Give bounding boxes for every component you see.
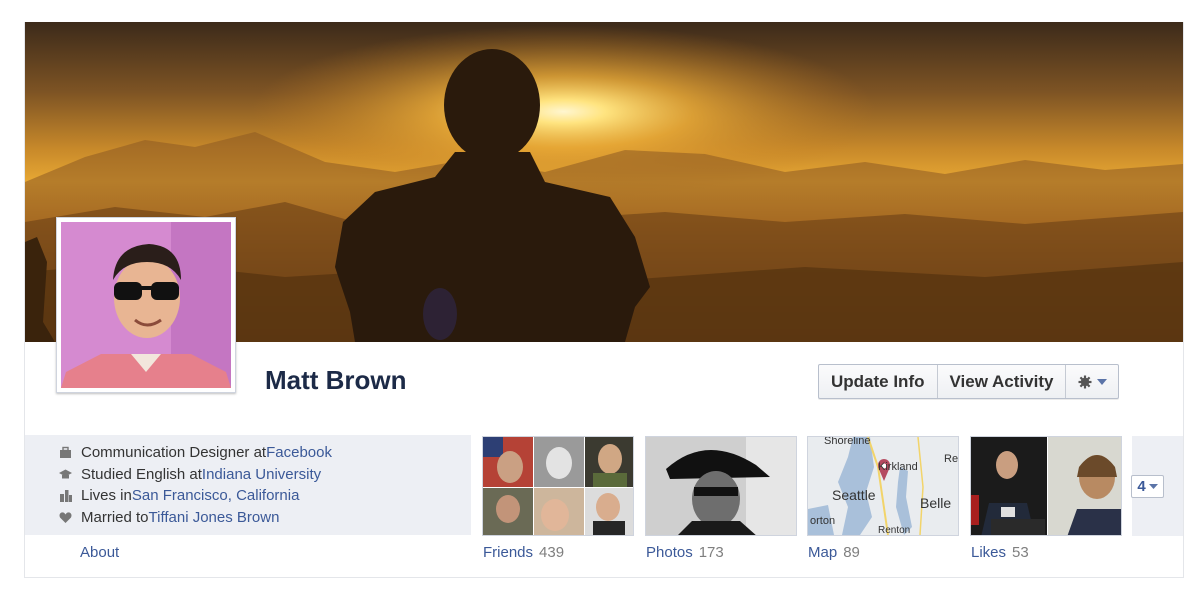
info-list: Communication Designer at Facebook Studi…: [59, 442, 332, 528]
profile-frame: Matt Brown Update Info View Activity Com…: [24, 22, 1184, 578]
map-label-seattle: Seattle: [832, 487, 876, 503]
info-city: Lives in San Francisco, California: [59, 485, 332, 507]
info-city-link[interactable]: San Francisco, California: [132, 485, 300, 507]
about-link[interactable]: About: [80, 544, 119, 561]
chevron-down-icon: [1148, 484, 1158, 489]
photos-label[interactable]: Photos 173: [646, 544, 724, 561]
profile-picture[interactable]: [56, 217, 236, 393]
map-label[interactable]: Map 89: [808, 544, 860, 561]
info-city-text: Lives in: [81, 487, 132, 504]
map-label-renton: Renton: [878, 525, 911, 536]
info-education-text: Studied English at: [81, 465, 202, 483]
likes-count: 53: [1012, 544, 1029, 561]
map-label-belle: Belle: [920, 495, 952, 511]
info-education: Studied English at Indiana University: [59, 464, 332, 486]
map-label-shoreline: Shoreline: [824, 436, 871, 447]
info-work-link[interactable]: Facebook: [266, 442, 332, 464]
work-icon: [60, 447, 71, 459]
education-icon: [59, 469, 72, 479]
more-sections-button[interactable]: 4: [1131, 475, 1164, 498]
profile-name: Matt Brown: [265, 365, 407, 395]
map-thumbnail[interactable]: Shoreline Kirkland Re Seattle Belle orto…: [807, 436, 959, 536]
gear-icon: [1078, 375, 1092, 388]
info-work: Communication Designer at Facebook: [59, 442, 332, 464]
likes-label[interactable]: Likes 53: [971, 544, 1029, 561]
likes-label-text: Likes: [971, 544, 1007, 561]
photos-thumbnail[interactable]: [645, 436, 797, 536]
info-relationship: Married to Tiffani Jones Brown: [59, 507, 332, 529]
friends-count: 439: [539, 544, 565, 561]
likes-thumbnail[interactable]: [970, 436, 1122, 536]
info-relationship-link[interactable]: Tiffani Jones Brown: [149, 507, 280, 529]
more-sections-count: 4: [1137, 478, 1146, 495]
map-label-orton: orton: [810, 515, 836, 527]
update-info-button[interactable]: Update Info: [819, 365, 938, 398]
friends-thumbnail[interactable]: [482, 436, 634, 536]
friends-label-text: Friends: [483, 544, 534, 561]
friends-label[interactable]: Friends 439: [483, 544, 564, 561]
profile-actions: Update Info View Activity: [818, 364, 1120, 399]
map-count: 89: [843, 544, 860, 561]
info-work-text: Communication Designer at: [81, 444, 267, 461]
photos-count: 173: [698, 544, 724, 561]
settings-menu-button[interactable]: [1066, 365, 1118, 398]
map-label-re: Re: [944, 453, 959, 465]
map-label-kirkland: Kirkland: [878, 461, 918, 473]
map-label-text: Map: [808, 544, 838, 561]
view-activity-button[interactable]: View Activity: [938, 365, 1067, 398]
info-relationship-text: Married to: [81, 508, 149, 526]
heart-icon: [59, 512, 72, 523]
city-icon: [60, 490, 72, 503]
chevron-down-icon: [1096, 378, 1107, 385]
photos-label-text: Photos: [646, 544, 693, 561]
info-education-link[interactable]: Indiana University: [202, 464, 321, 486]
